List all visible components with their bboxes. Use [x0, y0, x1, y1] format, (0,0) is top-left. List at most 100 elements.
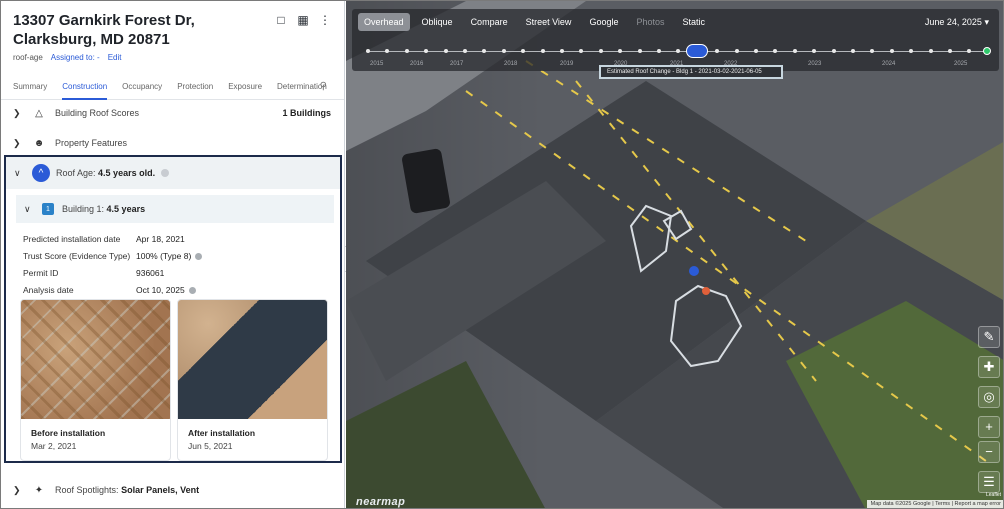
tab-construction[interactable]: Construction — [62, 76, 108, 100]
timeline-capture-dot[interactable] — [715, 49, 720, 53]
view-photos[interactable]: Photos — [630, 13, 670, 31]
timeline-capture-dot[interactable] — [540, 49, 545, 53]
people-icon: ☻ — [33, 137, 45, 149]
timeline-capture-dot[interactable] — [657, 49, 661, 53]
draw-icon[interactable]: ✚ — [978, 356, 1000, 378]
timeline-capture-dot[interactable] — [366, 49, 370, 53]
timeline-capture-dot[interactable] — [773, 49, 778, 53]
chat-icon[interactable]: □ — [274, 13, 288, 27]
building-badge: 1 — [42, 203, 54, 215]
timeline-capture-dot[interactable] — [598, 49, 603, 53]
property-address: 13307 Garnkirk Forest Dr, Clarksburg, MD… — [13, 12, 195, 48]
info-icon[interactable] — [195, 253, 203, 261]
chevron-right-icon: ❯ — [13, 484, 21, 495]
view-static[interactable]: Static — [677, 13, 712, 31]
roof-age-label: Roof Age: — [56, 168, 96, 178]
timeline-capture-dot[interactable] — [831, 49, 836, 53]
map-attribution[interactable]: Map data ©2025 Google | Terms | Report a… — [866, 500, 1003, 508]
view-overhead[interactable]: Overhead — [358, 13, 410, 31]
chevron-right-icon: ❯ — [13, 107, 21, 118]
roof-age-value: 4.5 years old. — [98, 168, 156, 178]
timeline-capture-dot[interactable] — [889, 49, 894, 53]
latest-date-marker[interactable] — [983, 47, 991, 55]
timeline-capture-dot[interactable] — [812, 49, 817, 53]
selected-date-marker[interactable] — [686, 44, 708, 58]
timeline-capture-dot[interactable] — [754, 49, 758, 53]
zoom-out-button[interactable]: − — [978, 441, 1000, 463]
timeline-capture-dot[interactable] — [482, 49, 487, 53]
timeline-capture-dot[interactable] — [443, 49, 448, 53]
view-mode-tabs: Overhead Oblique Compare Street View Goo… — [358, 13, 711, 31]
tab-summary[interactable]: Summary — [13, 76, 47, 100]
search-icon[interactable]: ⚲ — [320, 81, 327, 92]
timeline-capture-dot[interactable] — [501, 49, 506, 53]
tab-occupancy[interactable]: Occupancy — [122, 76, 162, 100]
timeline-capture-dot[interactable] — [404, 49, 409, 53]
imagery-toolbar: Overhead Oblique Compare Street View Goo… — [352, 9, 999, 71]
header-actions: □ ▦ ⋮ — [274, 13, 332, 27]
timeline-capture-dot[interactable] — [792, 49, 797, 53]
roof-change-tooltip: Estimated Roof Change - Bldg 1 - 2021-03… — [599, 65, 783, 79]
timeline-capture-dot[interactable] — [637, 49, 642, 53]
photo-date: Mar 2, 2021 — [31, 441, 77, 451]
photo-date: Jun 5, 2021 — [188, 441, 233, 451]
chevron-down-icon: ∨ — [14, 167, 21, 178]
section-property-features[interactable]: ❯ ☻ Property Features — [1, 130, 344, 156]
view-oblique[interactable]: Oblique — [416, 13, 459, 31]
edit-link[interactable]: Edit — [108, 53, 122, 62]
date-selector[interactable]: June 24, 2025 ▾ — [925, 17, 989, 28]
timeline-capture-dot[interactable] — [676, 49, 681, 53]
timeline-capture-dot[interactable] — [928, 49, 933, 53]
section-label: Roof Spotlights: — [55, 485, 119, 495]
view-google[interactable]: Google — [583, 13, 624, 31]
view-street-view[interactable]: Street View — [520, 13, 578, 31]
timeline-capture-dot[interactable] — [948, 49, 952, 53]
timeline-track[interactable] — [366, 49, 986, 53]
section-value: Solar Panels, Vent — [121, 485, 200, 495]
pdf-icon[interactable]: ▦ — [296, 13, 310, 27]
building-value: 4.5 years — [106, 204, 146, 214]
timeline-capture-dot[interactable] — [851, 49, 855, 53]
timeline-capture-dot[interactable] — [385, 49, 390, 53]
leaflet-credit[interactable]: Leaflet — [986, 492, 1001, 498]
locate-icon[interactable]: ◎ — [978, 386, 1000, 408]
aerial-map[interactable]: Overhead Oblique Compare Street View Goo… — [346, 1, 1003, 508]
timeline-capture-dot[interactable] — [618, 49, 623, 53]
measure-icon[interactable]: ✎ — [978, 326, 1000, 348]
section-roof-spotlights[interactable]: ❯ ✦ Roof Spotlights: Solar Panels, Vent — [1, 477, 344, 503]
timeline-capture-dot[interactable] — [521, 49, 526, 53]
before-installation-photo[interactable] — [21, 300, 170, 419]
detail-row: Predicted installation date Apr 18, 2021 — [23, 234, 185, 244]
timeline-capture-dot[interactable] — [734, 49, 739, 53]
tab-exposure[interactable]: Exposure — [228, 76, 262, 100]
assigned-to-link[interactable]: Assigned to: - — [51, 53, 100, 62]
info-icon[interactable] — [188, 287, 196, 295]
timeline-capture-dot[interactable] — [579, 49, 584, 53]
zoom-in-button[interactable]: + — [978, 416, 1000, 438]
roof-icon: ^ — [32, 164, 50, 182]
more-icon[interactable]: ⋮ — [318, 13, 332, 27]
timeline-capture-dot[interactable] — [463, 49, 467, 53]
caret-down-icon: ▾ — [984, 17, 989, 27]
timeline-capture-dot[interactable] — [909, 49, 914, 53]
timeline-capture-dot[interactable] — [870, 49, 875, 53]
view-compare[interactable]: Compare — [465, 13, 514, 31]
roof-age-section: ∨ ^ Roof Age: 4.5 years old. ∨ 1 Buildin… — [4, 155, 342, 463]
after-installation-photo[interactable] — [178, 300, 327, 419]
info-icon[interactable] — [161, 169, 170, 177]
photo-card-after[interactable]: After installation Jun 5, 2021 — [177, 299, 328, 461]
timeline-capture-dot[interactable] — [967, 49, 972, 53]
layers-icon[interactable]: ☰ — [978, 471, 1000, 493]
nearmap-logo: nearmap — [356, 496, 406, 508]
roof-score-icon: △ — [35, 107, 43, 119]
building-1-header[interactable]: ∨ 1 Building 1: 4.5 years — [16, 195, 334, 223]
photo-card-before[interactable]: Before installation Mar 2, 2021 — [20, 299, 171, 461]
app-window: 13307 Garnkirk Forest Dr, Clarksburg, MD… — [0, 0, 1004, 509]
timeline-capture-dot[interactable] — [424, 49, 429, 53]
section-building-roof-scores[interactable]: ❯ △ Building Roof Scores 1 Buildings — [1, 100, 344, 126]
section-tabs: Summary Construction Occupancy Protectio… — [1, 76, 344, 100]
photo-caption: Before installation — [31, 428, 106, 438]
tab-protection[interactable]: Protection — [177, 76, 213, 100]
roof-age-header[interactable]: ∨ ^ Roof Age: 4.5 years old. — [6, 157, 340, 189]
timeline-capture-dot[interactable] — [560, 49, 564, 53]
